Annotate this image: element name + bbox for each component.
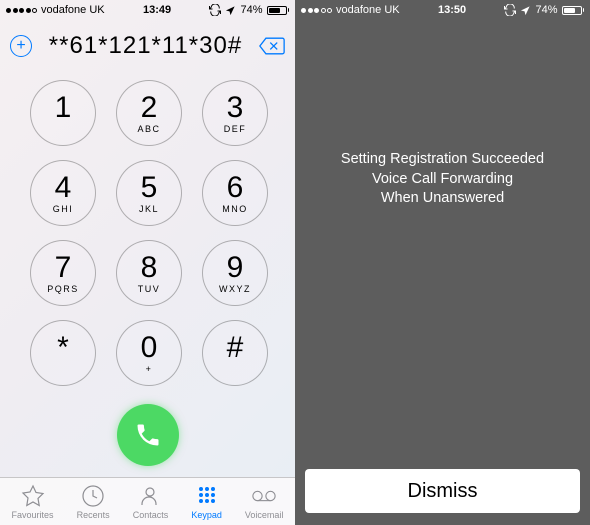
tab-bar: Favourites Recents Contacts Keypad Voicemail [0, 477, 295, 525]
key-#[interactable]: # [202, 320, 268, 386]
key-digit: 8 [141, 253, 158, 283]
key-digit: 7 [55, 253, 72, 283]
tab-keypad[interactable]: Keypad [191, 483, 222, 520]
key-7[interactable]: 7PQRS [30, 240, 96, 306]
key-digit: 6 [227, 173, 244, 203]
key-digit: 4 [55, 173, 72, 203]
tab-label: Contacts [133, 510, 169, 520]
key-letters: PQRS [47, 284, 79, 294]
battery-icon [267, 6, 290, 15]
refresh-icon [209, 4, 221, 16]
key-letters: + [146, 364, 153, 374]
location-icon [225, 5, 236, 16]
battery-pct: 74% [240, 4, 262, 16]
key-digit: 1 [55, 93, 72, 123]
status-bar: vodafone UK 13:50 74% [295, 0, 590, 20]
key-digit: 5 [141, 173, 158, 203]
carrier-label: vodafone UK [41, 4, 105, 16]
status-left: vodafone UK [6, 4, 105, 16]
key-digit: 2 [141, 93, 158, 123]
key-letters: MNO [222, 204, 248, 214]
key-letters: WXYZ [219, 284, 251, 294]
recents-icon [80, 483, 106, 509]
status-bar: vodafone UK 13:49 74% [0, 0, 295, 20]
key-digit: * [57, 331, 69, 365]
keypad: 12ABC3DEF4GHI5JKL6MNO7PQRS8TUV9WXYZ*0+# [0, 68, 295, 394]
screen-confirmation: vodafone UK 13:50 74% Setting Registrati… [295, 0, 590, 525]
dialed-number: **61*121*11*30# [32, 32, 259, 60]
tab-label: Favourites [12, 510, 54, 520]
key-letters: ABC [137, 124, 160, 134]
key-letters: JKL [139, 204, 159, 214]
location-icon [520, 5, 531, 16]
tab-recents[interactable]: Recents [77, 483, 110, 520]
tab-voicemail[interactable]: Voicemail [245, 483, 284, 520]
key-letters: DEF [224, 124, 247, 134]
dial-display: + **61*121*11*30# [0, 20, 295, 68]
key-8[interactable]: 8TUV [116, 240, 182, 306]
refresh-icon [504, 4, 516, 16]
status-right: 74% [504, 4, 584, 16]
message-line: When Unanswered [295, 189, 590, 209]
status-right: 74% [209, 4, 289, 16]
confirmation-message: Setting Registration Succeeded Voice Cal… [295, 150, 590, 209]
key-letters: TUV [138, 284, 161, 294]
screen-dialer: vodafone UK 13:49 74% + **61*121*11*30# … [0, 0, 295, 525]
call-row [0, 394, 295, 472]
keypad-icon [194, 483, 220, 509]
tab-label: Voicemail [245, 510, 284, 520]
key-3[interactable]: 3DEF [202, 80, 268, 146]
key-4[interactable]: 4GHI [30, 160, 96, 226]
key-2[interactable]: 2ABC [116, 80, 182, 146]
call-button[interactable] [117, 404, 179, 466]
phone-icon [134, 421, 162, 449]
tab-contacts[interactable]: Contacts [133, 483, 169, 520]
tab-label: Recents [77, 510, 110, 520]
key-*[interactable]: * [30, 320, 96, 386]
dismiss-button[interactable]: Dismiss [305, 469, 580, 513]
status-time: 13:50 [438, 4, 466, 16]
voicemail-icon [251, 483, 277, 509]
key-digit: 3 [227, 93, 244, 123]
key-letters: GHI [53, 204, 74, 214]
contacts-icon [137, 483, 163, 509]
dismiss-label: Dismiss [408, 480, 478, 503]
signal-icon [301, 8, 332, 13]
key-9[interactable]: 9WXYZ [202, 240, 268, 306]
status-left: vodafone UK [301, 4, 400, 16]
battery-pct: 74% [535, 4, 557, 16]
key-digit: 0 [141, 333, 158, 363]
message-line: Voice Call Forwarding [295, 170, 590, 190]
key-digit: # [227, 331, 244, 365]
signal-icon [6, 8, 37, 13]
key-digit: 9 [227, 253, 244, 283]
add-contact-button[interactable]: + [10, 35, 32, 57]
key-0[interactable]: 0+ [116, 320, 182, 386]
tab-favourites[interactable]: Favourites [12, 483, 54, 520]
favourites-icon [20, 483, 46, 509]
tab-label: Keypad [191, 510, 222, 520]
key-5[interactable]: 5JKL [116, 160, 182, 226]
backspace-button[interactable] [259, 37, 285, 55]
key-6[interactable]: 6MNO [202, 160, 268, 226]
key-1[interactable]: 1 [30, 80, 96, 146]
battery-icon [562, 6, 585, 15]
status-time: 13:49 [143, 4, 171, 16]
carrier-label: vodafone UK [336, 4, 400, 16]
message-line: Setting Registration Succeeded [295, 150, 590, 170]
